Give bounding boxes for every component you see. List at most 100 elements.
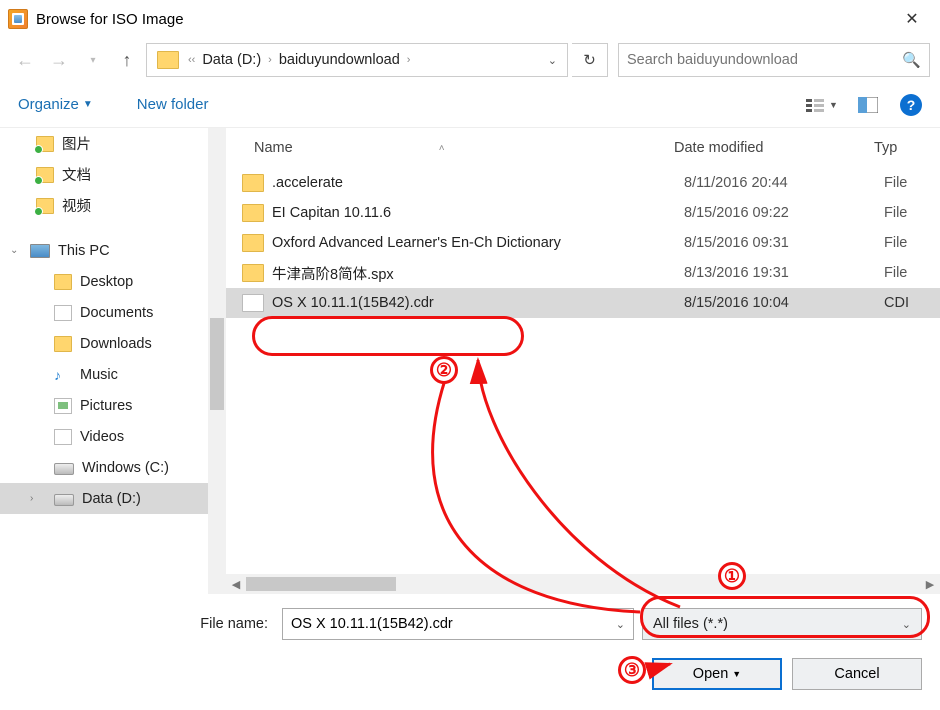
split-dropdown-icon[interactable]: ▼	[732, 669, 741, 679]
file-date: 8/13/2016 19:31	[684, 265, 884, 281]
up-button[interactable]: ↑	[112, 45, 142, 75]
nav-pc-item[interactable]: Pictures	[0, 390, 226, 421]
organize-label: Organize	[18, 96, 79, 113]
recent-dropdown[interactable]: ▾	[78, 45, 108, 75]
expand-icon[interactable]: ⌄	[10, 245, 18, 256]
drive-icon	[54, 463, 74, 475]
address-dropdown[interactable]: ⌄	[542, 54, 563, 67]
h-scroll-thumb[interactable]	[246, 577, 396, 591]
filename-combo[interactable]: ⌄	[282, 608, 634, 640]
file-list-pane: Name ˄ Date modified Typ .accelerate8/11…	[226, 128, 940, 594]
nav-label: This PC	[58, 243, 110, 259]
pics-icon	[54, 398, 72, 414]
file-name: 牛津高阶8简体.spx	[272, 263, 684, 284]
vmware-icon	[8, 9, 28, 29]
folder-icon	[54, 336, 72, 352]
expand-icon[interactable]: ›	[30, 493, 33, 504]
filter-label: All files (*.*)	[653, 616, 728, 632]
close-button[interactable]: ✕	[892, 4, 932, 34]
view-mode-button[interactable]: ▼	[804, 91, 840, 119]
toolbar: Organize ▼ New folder ▼ ?	[0, 82, 940, 128]
filename-label: File name:	[18, 616, 274, 632]
organize-menu[interactable]: Organize ▼	[18, 96, 93, 113]
folder-icon	[36, 136, 54, 152]
search-box[interactable]: 🔍	[618, 43, 930, 77]
folder-icon	[36, 198, 54, 214]
refresh-button[interactable]: ↻	[572, 43, 608, 77]
nav-pc-item[interactable]: Videos	[0, 421, 226, 452]
chevron-down-icon[interactable]: ⌄	[616, 618, 625, 631]
forward-button[interactable]: →	[44, 45, 74, 75]
file-type: File	[884, 175, 940, 191]
scroll-left-icon[interactable]: ◀	[226, 578, 246, 591]
file-row[interactable]: .accelerate8/11/2016 20:44File	[226, 168, 940, 198]
nav-pc-item[interactable]: Desktop	[0, 266, 226, 297]
file-date: 8/15/2016 09:22	[684, 205, 884, 221]
file-row[interactable]: Oxford Advanced Learner's En-Ch Dictiona…	[226, 228, 940, 258]
nav-label: Desktop	[80, 274, 133, 290]
search-input[interactable]	[627, 52, 902, 68]
nav-this-pc[interactable]: ⌄ This PC	[0, 235, 226, 266]
file-icon	[242, 294, 264, 312]
file-rows: .accelerate8/11/2016 20:44FileEI Capitan…	[226, 168, 940, 574]
nav-label: 文档	[62, 164, 91, 185]
file-row[interactable]: OS X 10.11.1(15B42).cdr8/15/2016 10:04CD…	[226, 288, 940, 318]
body: 图片文档视频 ⌄ This PC Desktop Documents Downloa…	[0, 128, 940, 594]
music-icon	[54, 367, 72, 383]
nav-label: 视频	[62, 195, 91, 216]
titlebar: Browse for ISO Image ✕	[0, 0, 940, 38]
nav-pc-item[interactable]: Downloads	[0, 328, 226, 359]
new-folder-button[interactable]: New folder	[137, 96, 209, 113]
cancel-button[interactable]: Cancel	[792, 658, 922, 690]
scroll-right-icon[interactable]: ▶	[920, 578, 940, 591]
chevron-down-icon: ⌄	[902, 618, 911, 631]
file-date: 8/15/2016 10:04	[684, 295, 884, 311]
nav-pc-item[interactable]: Windows (C:)	[0, 452, 226, 483]
nav-pc-item[interactable]: › Data (D:)	[0, 483, 226, 514]
drive-icon	[54, 494, 74, 506]
bottom-panel: File name: ⌄ All files (*.*) ⌄ Open ▼ Ca…	[0, 594, 940, 690]
file-date: 8/11/2016 20:44	[684, 175, 884, 191]
folder-icon	[54, 274, 72, 290]
nav-label: Documents	[80, 305, 153, 321]
nav-scroll-thumb[interactable]	[210, 318, 224, 410]
nav-quick-item[interactable]: 图片	[0, 128, 226, 159]
file-type: CDI	[884, 295, 940, 311]
preview-pane-button[interactable]	[850, 91, 886, 119]
nav-pc-item[interactable]: Music	[0, 359, 226, 390]
chevron-right-icon: ›	[265, 54, 275, 66]
file-row[interactable]: EI Capitan 10.11.68/15/2016 09:22File	[226, 198, 940, 228]
sort-asc-icon: ˄	[439, 143, 445, 154]
crumb-folder[interactable]: baiduyundownload	[275, 52, 404, 68]
nav-quick-item[interactable]: 视频	[0, 190, 226, 221]
crumb-root[interactable]: Data (D:)	[198, 52, 265, 68]
file-date: 8/15/2016 09:31	[684, 235, 884, 251]
col-date[interactable]: Date modified	[674, 140, 874, 156]
nav-label: Downloads	[80, 336, 152, 352]
file-filter[interactable]: All files (*.*) ⌄	[642, 608, 922, 640]
h-scrollbar[interactable]: ◀ ▶	[226, 574, 940, 594]
file-name: .accelerate	[272, 175, 684, 191]
file-type: File	[884, 235, 940, 251]
pc-icon	[30, 244, 50, 258]
file-type: File	[884, 265, 940, 281]
folder-icon	[242, 264, 264, 282]
address-bar[interactable]: ‹‹ Data (D:) › baiduyundownload › ⌄	[146, 43, 568, 77]
folder-icon	[36, 167, 54, 183]
back-button[interactable]: ←	[10, 45, 40, 75]
docs-icon	[54, 305, 72, 321]
folder-icon	[242, 234, 264, 252]
nav-quick-item[interactable]: 文档	[0, 159, 226, 190]
search-icon[interactable]: 🔍	[902, 51, 921, 69]
col-type[interactable]: Typ	[874, 140, 940, 156]
nav-pc-item[interactable]: Documents	[0, 297, 226, 328]
file-row[interactable]: 牛津高阶8简体.spx8/13/2016 19:31File	[226, 258, 940, 288]
help-button[interactable]: ?	[900, 94, 922, 116]
filename-input[interactable]	[291, 616, 616, 632]
col-name[interactable]: Name ˄	[254, 140, 674, 156]
nav-label: Data (D:)	[82, 491, 141, 507]
window-title: Browse for ISO Image	[36, 11, 892, 28]
open-button[interactable]: Open ▼	[652, 658, 782, 690]
folder-icon	[157, 51, 179, 69]
nav-label: Windows (C:)	[82, 460, 169, 476]
